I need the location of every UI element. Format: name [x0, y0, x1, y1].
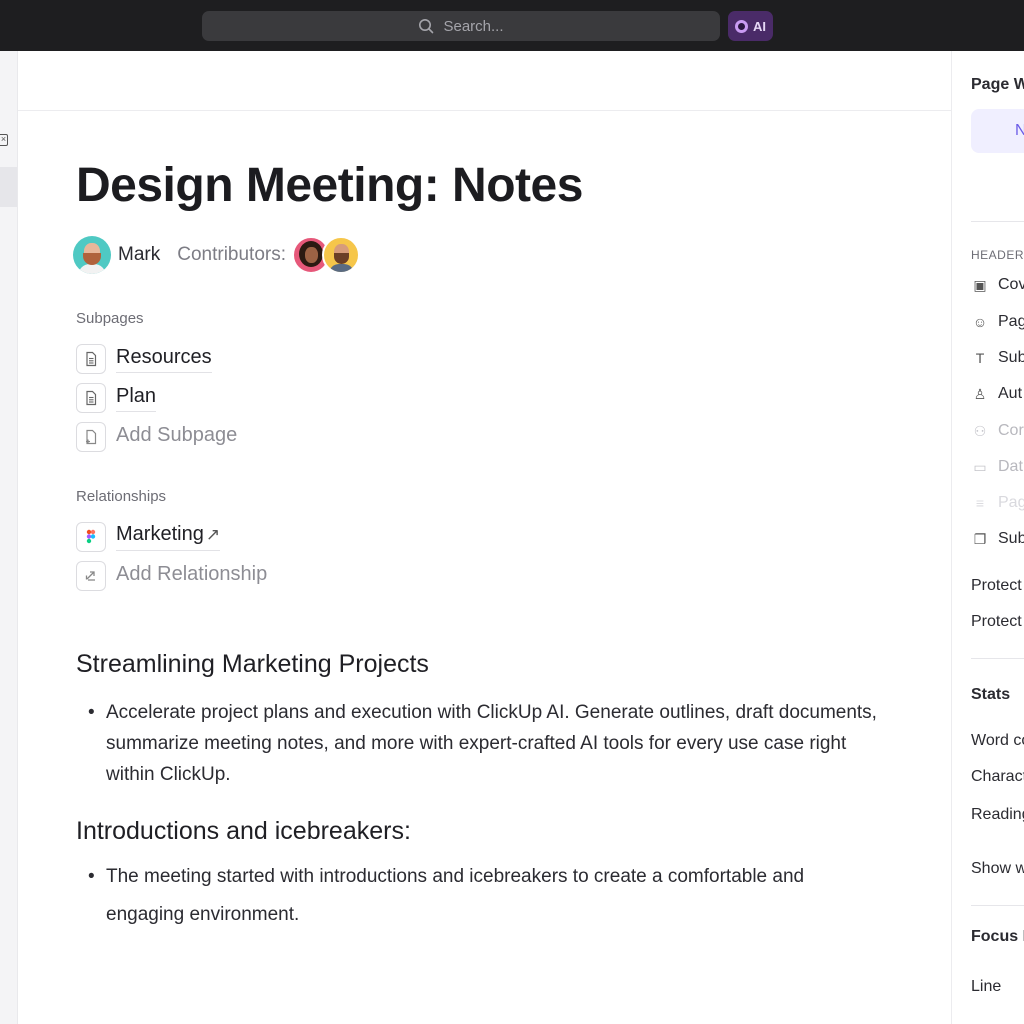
header-option-label: Cor [998, 422, 1024, 439]
relationship-icon [76, 560, 106, 591]
relationship-label: Marketing ↗ [116, 522, 221, 551]
image-icon: ▣ [973, 276, 987, 293]
subpage-label: Plan [116, 384, 157, 412]
header-option-author[interactable]: ♙ Aut [971, 385, 1022, 403]
search-placeholder: Search... [443, 17, 504, 35]
stats-title: Stats [971, 686, 1011, 703]
show-more-toggle[interactable]: Show w [971, 860, 1024, 878]
page-title[interactable]: Design Meeting: Notes [76, 158, 583, 213]
document-icon [76, 343, 106, 374]
author-name[interactable]: Mark [118, 244, 160, 266]
author-row: Mark Contributors: [73, 236, 361, 274]
relationship-item[interactable]: Marketing ↗ [76, 521, 221, 552]
panel-title: Page W [971, 76, 1024, 93]
header-option-label: Pag [998, 494, 1024, 511]
page-settings-panel: Page W N HEADER ▣ Cov ☺ Pag T Sub ♙ Aut ⚇ Cor… [951, 51, 1024, 1024]
bullet-text: Accelerate project plans and execution w… [106, 702, 877, 785]
ai-icon [735, 19, 748, 33]
protect-option[interactable]: Protect [971, 613, 1022, 631]
subpage-item[interactable]: Plan [76, 382, 157, 413]
ai-label: AI [753, 18, 766, 34]
header-option-page-outline[interactable]: ≡ Pag [971, 494, 1024, 512]
header-option-contributors[interactable]: ⚇ Cor [971, 422, 1024, 440]
protect-option[interactable]: Protect [971, 577, 1022, 595]
list-icon: ≡ [975, 495, 985, 511]
relationships-label: Relationships [76, 488, 167, 505]
figma-icon [76, 521, 106, 552]
search-bar[interactable]: Search... [202, 11, 720, 41]
document-icon [76, 382, 106, 413]
header-option-label: Pag [998, 313, 1024, 330]
stat-character-count: Charact [971, 768, 1024, 785]
panel-primary-button[interactable]: N [971, 109, 1024, 153]
header-option-subpages[interactable]: ❐ Sub [971, 530, 1024, 548]
divider [971, 905, 1024, 906]
header-option-cover[interactable]: ▣ Cov [971, 276, 1024, 294]
divider [971, 658, 1024, 659]
pages-icon: ❐ [973, 530, 987, 547]
section-heading[interactable]: Introductions and icebreakers: [76, 817, 411, 846]
left-sidebar: × [0, 51, 18, 1024]
add-subpage-button[interactable]: Add Subpage [76, 421, 237, 452]
header-option-subtitle[interactable]: T Sub [971, 349, 1024, 367]
header-option-label: Aut [998, 385, 1023, 402]
header-option-date[interactable]: ▭ Dat [971, 458, 1023, 476]
subpage-item[interactable]: Resources [76, 343, 212, 374]
add-document-icon [76, 421, 106, 452]
header-option-label: Dat [998, 458, 1023, 475]
divider [971, 221, 1024, 222]
header-option-label: Cov [998, 276, 1024, 293]
external-link-icon: ↗ [205, 525, 221, 544]
stat-reading-time: Reading [971, 806, 1024, 823]
search-icon [419, 19, 434, 34]
subpage-label: Resources [116, 345, 212, 373]
people-icon: ⚇ [973, 422, 987, 439]
focus-mode-line-option[interactable]: Line [971, 978, 1001, 996]
bullet-dot: • [88, 866, 95, 887]
bullet-item[interactable]: • The meeting started with introductions… [88, 858, 878, 934]
header-option-label: Sub [998, 349, 1024, 366]
section-heading[interactable]: Streamlining Marketing Projects [76, 650, 429, 679]
header-option-label: Sub [998, 530, 1024, 547]
stat-word-count: Word co [971, 732, 1024, 749]
add-relationship-label: Add Relationship [116, 563, 268, 585]
text-plus-icon: T [975, 350, 985, 366]
add-subpage-label: Add Subpage [116, 424, 238, 446]
panel-button-label: N [1015, 122, 1024, 140]
bullet-dot: • [88, 702, 95, 723]
person-icon: ♙ [973, 385, 987, 402]
calendar-icon: ▭ [973, 458, 987, 475]
smiley-icon: ☺ [972, 314, 988, 330]
header-option-page-icon[interactable]: ☺ Pag [971, 313, 1024, 331]
contributor-avatar[interactable] [322, 236, 361, 274]
sidebar-selected-item[interactable] [0, 167, 17, 207]
bullet-text: The meeting started with introductions a… [106, 866, 805, 925]
bullet-item[interactable]: • Accelerate project plans and execution… [88, 697, 878, 790]
subpages-label: Subpages [76, 310, 144, 327]
focus-mode-title: Focus M [971, 928, 1024, 945]
divider [18, 110, 951, 111]
header-section-label: HEADER [971, 248, 1024, 262]
ai-button[interactable]: AI [728, 11, 773, 41]
contributors-label: Contributors: [177, 244, 287, 265]
collapse-icon[interactable]: × [0, 134, 8, 146]
author-avatar[interactable] [73, 236, 111, 274]
add-relationship-button[interactable]: Add Relationship [76, 560, 267, 591]
top-bar: Search... AI [0, 0, 1024, 51]
